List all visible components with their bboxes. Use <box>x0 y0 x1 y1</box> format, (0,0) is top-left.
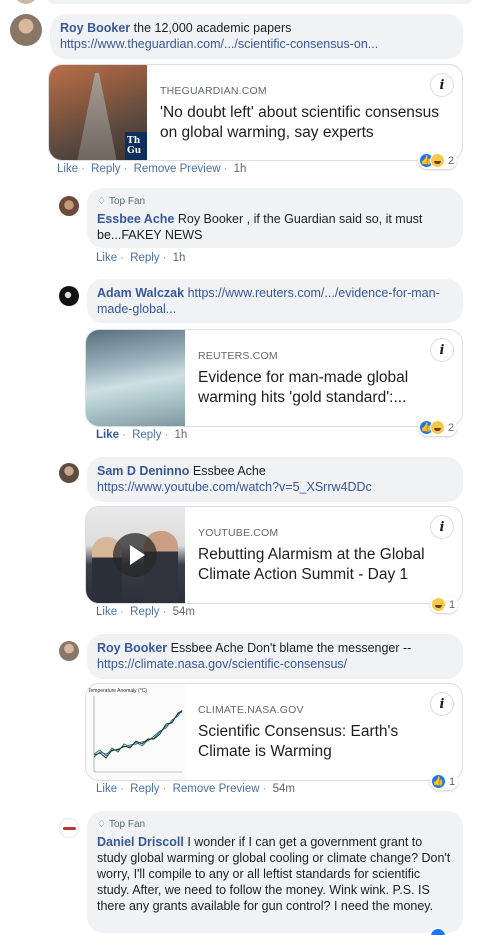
author-name[interactable]: Daniel Driscoll <box>97 835 184 849</box>
like-button[interactable]: Like <box>96 783 117 795</box>
comment-bubble: ♢ Top Fan Daniel Driscoll I wonder if I … <box>87 811 463 933</box>
avatar-sam-deninno[interactable] <box>59 463 79 483</box>
reaction-summary[interactable]: 👍 2 <box>418 419 458 436</box>
badge-label: Top Fan <box>108 196 146 207</box>
reaction-summary[interactable]: 👍 2 <box>418 152 458 169</box>
avatar-adam-walczak[interactable] <box>59 286 79 306</box>
comment-text: Essbee Ache Don't blame the messenger -- <box>170 641 412 655</box>
author-name[interactable]: Adam Walczak <box>97 286 184 300</box>
play-icon[interactable] <box>113 533 157 577</box>
preview-domain: THEGUARDIAN.COM <box>160 85 267 97</box>
top-fan-badge: ♢ Top Fan <box>97 817 453 833</box>
comment-actions: Like · Reply · Remove Preview · 54m <box>96 783 295 795</box>
comment-bubble: Adam Walczak https://www.reuters.com/...… <box>87 279 463 323</box>
author-name[interactable]: Essbee Ache <box>97 212 174 226</box>
remove-preview-button[interactable]: Remove Preview <box>134 163 221 175</box>
comment-actions: Like · Reply · 54m <box>96 606 195 618</box>
info-icon[interactable]: i <box>430 73 454 97</box>
comment-text: the 12,000 academic papers <box>133 21 292 35</box>
comment-bubble: Sam D Deninno Essbee Ache https://www.yo… <box>87 457 463 502</box>
reaction-summary[interactable]: 1 <box>430 596 459 613</box>
badge-label: Top Fan <box>108 819 146 830</box>
reply-button[interactable]: Reply <box>91 163 120 175</box>
reply-button[interactable]: Reply <box>130 783 159 795</box>
haha-reaction-icon <box>431 597 446 612</box>
preview-thumbnail: Temperature Anomaly (°C) <box>86 684 185 780</box>
reaction-count: 1 <box>449 775 456 788</box>
like-reaction-icon: 👍 <box>431 774 446 789</box>
info-icon[interactable]: i <box>430 692 454 716</box>
previous-comment-bubble <box>46 0 474 4</box>
info-icon[interactable]: i <box>430 338 454 362</box>
avatar[interactable] <box>14 0 38 4</box>
timestamp[interactable]: 54m <box>273 783 295 795</box>
preview-thumbnail: Th Gu <box>49 65 147 160</box>
link-preview-card[interactable]: REUTERS.COM Evidence for man-made global… <box>85 329 463 427</box>
preview-domain: YOUTUBE.COM <box>198 527 279 539</box>
preview-meta: CLIMATE.NASA.GOV Scientific Consensus: E… <box>198 704 454 762</box>
reply-button[interactable]: Reply <box>132 429 161 441</box>
preview-title[interactable]: 'No doubt left' about scientific consens… <box>160 103 454 143</box>
link-preview-card[interactable]: YOUTUBE.COM Rebutting Alarmism at the Gl… <box>85 506 463 604</box>
like-button[interactable]: Like <box>96 606 117 618</box>
reaction-count: 2 <box>448 154 455 167</box>
like-button[interactable]: Like <box>96 429 119 441</box>
preview-meta: THEGUARDIAN.COM 'No doubt left' about sc… <box>160 85 454 143</box>
like-button[interactable]: Like <box>96 252 117 264</box>
preview-meta: YOUTUBE.COM Rebutting Alarmism at the Gl… <box>198 527 454 585</box>
preview-thumbnail <box>86 330 185 426</box>
info-icon[interactable]: i <box>430 515 454 539</box>
comment-actions: Like · Reply · 1h <box>96 252 186 264</box>
author-name[interactable]: Sam D Deninno <box>97 464 189 478</box>
reply-button[interactable]: Reply <box>130 252 159 264</box>
preview-title[interactable]: Evidence for man-made global warming hit… <box>198 368 454 408</box>
avatar-daniel-driscoll[interactable] <box>59 818 79 838</box>
link-preview-card[interactable]: Temperature Anomaly (°C) CLIMATE.NASA.GO… <box>85 683 463 781</box>
reaction-summary[interactable]: 👍 1 <box>430 773 459 790</box>
avatar-roy-booker[interactable] <box>10 14 42 46</box>
avatar-figure <box>63 827 76 830</box>
haha-reaction-icon <box>430 153 445 168</box>
timestamp[interactable]: 1h <box>234 163 247 175</box>
reply-button[interactable]: Reply <box>130 606 159 618</box>
comment-text: Essbee Ache <box>192 464 266 478</box>
remove-preview-button[interactable]: Remove Preview <box>173 783 260 795</box>
haha-reaction-icon <box>430 420 445 435</box>
link-preview-card[interactable]: Th Gu THEGUARDIAN.COM 'No doubt left' abo… <box>48 64 463 161</box>
comment-actions: Like · Reply · 1h <box>96 429 188 441</box>
avatar-roy-booker[interactable] <box>59 641 79 661</box>
author-name[interactable]: Roy Booker <box>60 21 130 35</box>
preview-title[interactable]: Scientific Consensus: Earth's Climate is… <box>198 722 454 762</box>
author-name[interactable]: Roy Booker <box>97 641 167 655</box>
preview-domain: REUTERS.COM <box>198 350 278 362</box>
temperature-chart-image <box>93 696 183 773</box>
comment-bubble: Roy Booker Essbee Ache Don't blame the m… <box>87 634 463 679</box>
preview-thumbnail <box>86 507 185 603</box>
comment-link[interactable]: https://www.youtube.com/watch?v=5_XSrrw4… <box>97 479 453 495</box>
reaction-count: 1 <box>449 598 456 611</box>
comment-actions: Like · Reply · Remove Preview · 1h <box>57 163 247 175</box>
timestamp[interactable]: 1h <box>175 429 188 441</box>
comment-bubble: Roy Booker the 12,000 academic papers ht… <box>50 14 463 59</box>
comment-link[interactable]: https://www.theguardian.com/.../scientif… <box>60 36 453 52</box>
diamond-icon: ♢ <box>97 819 106 830</box>
diamond-icon: ♢ <box>97 196 106 207</box>
preview-title[interactable]: Rebutting Alarmism at the Global Climate… <box>198 545 454 585</box>
road-image <box>77 73 117 160</box>
comment-link[interactable]: https://climate.nasa.gov/scientific-cons… <box>97 656 453 672</box>
timestamp[interactable]: 54m <box>173 606 195 618</box>
top-fan-badge: ♢ Top Fan <box>97 194 453 210</box>
preview-domain: CLIMATE.NASA.GOV <box>198 704 304 716</box>
like-button[interactable]: Like <box>57 163 78 175</box>
preview-meta: REUTERS.COM Evidence for man-made global… <box>198 350 454 408</box>
avatar-essbee-ache[interactable] <box>59 196 79 216</box>
reaction-count: 2 <box>448 421 455 434</box>
guardian-logo-badge: Th Gu <box>125 132 147 160</box>
comment-bubble: ♢ Top Fan Essbee Ache Roy Booker , if th… <box>87 188 463 248</box>
timestamp[interactable]: 1h <box>173 252 186 264</box>
